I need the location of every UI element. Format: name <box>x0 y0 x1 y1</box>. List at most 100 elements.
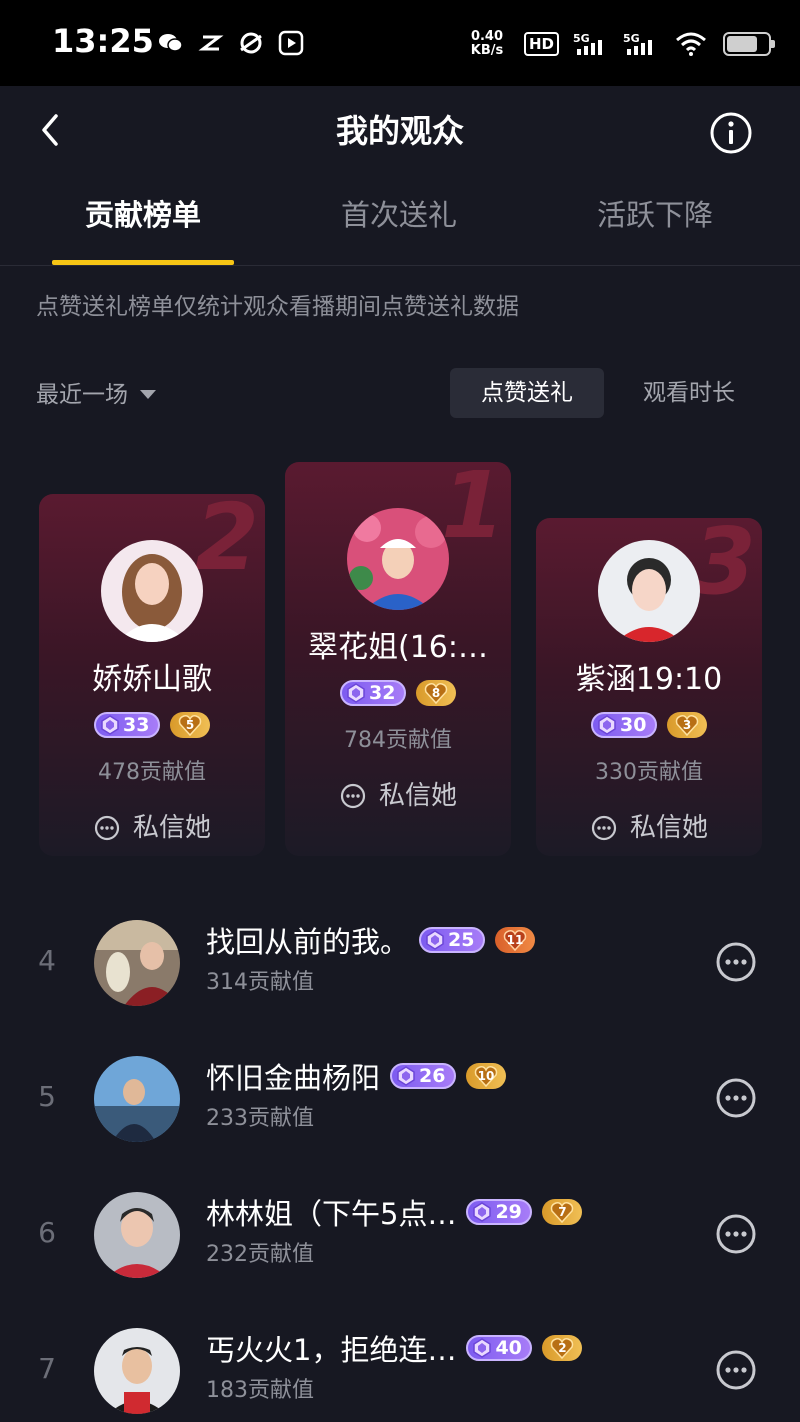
contribution-value: 233贡献值 <box>206 1106 314 1131</box>
tab-first-gift[interactable]: 首次送礼 <box>271 190 527 240</box>
ranking-notice: 点赞送礼榜单仅统计观众看播期间点赞送礼数据 <box>36 294 519 320</box>
chat-bubble-icon <box>94 815 120 841</box>
tab-activity-decline[interactable]: 活跃下降 <box>527 190 783 240</box>
row-username: 丐火火1，拒绝连… <box>206 1333 457 1367</box>
row-name-line: 找回从前的我。 25 11 <box>206 920 536 960</box>
level-badge: 30 <box>591 712 657 738</box>
chat-bubble-icon <box>591 815 617 841</box>
chat-bubble-icon <box>340 783 366 809</box>
avatar[interactable] <box>347 508 449 610</box>
user-badges: 30 3 <box>536 712 762 738</box>
fan-level-badge: 8 <box>416 680 456 706</box>
row-name-line: 怀旧金曲杨阳 26 10 <box>206 1056 507 1096</box>
fan-level-badge: 11 <box>495 927 536 953</box>
user-badges: 33 5 <box>39 712 265 738</box>
status-time: 13:25 <box>52 22 154 60</box>
level-badge: 32 <box>340 680 406 706</box>
status-system-icons: 0.40 KB/s HD 5G 5G <box>464 26 776 62</box>
user-badges: 32 8 <box>285 680 511 706</box>
app-icon <box>198 35 224 51</box>
rank-number: 5 <box>38 1080 56 1113</box>
tab-active-indicator <box>52 260 234 265</box>
page-title: 我的观众 <box>335 112 464 150</box>
contribution-value: 314贡献值 <box>206 970 314 995</box>
dm-button[interactable]: 私信她 <box>39 810 265 846</box>
contribution-value: 183贡献值 <box>206 1378 314 1403</box>
fan-level-badge: 2 <box>542 1335 583 1361</box>
rank-number: 2 <box>194 494 259 591</box>
podium-card-rank-3[interactable]: 3 紫涵19:10 30 3 330贡献值 私信她 <box>536 518 762 856</box>
rank-number: 4 <box>38 944 56 977</box>
wechat-icon <box>159 34 183 52</box>
hd-icon: HD <box>524 32 560 56</box>
gem-icon <box>473 1202 492 1222</box>
rank-number: 6 <box>38 1216 56 1249</box>
row-name-line: 丐火火1，拒绝连… 40 2 <box>206 1328 583 1368</box>
gem-icon <box>101 715 119 735</box>
message-icon[interactable] <box>714 1348 758 1392</box>
gem-icon <box>426 930 444 950</box>
fan-level-badge: 3 <box>667 712 707 738</box>
info-icon[interactable] <box>708 110 754 156</box>
card-username: 紫涵19:10 <box>575 662 723 697</box>
row-username: 怀旧金曲杨阳 <box>206 1061 381 1095</box>
message-icon[interactable] <box>714 940 758 984</box>
level-badge: 26 <box>390 1063 457 1089</box>
avatar[interactable] <box>94 1328 180 1414</box>
level-badge: 40 <box>466 1335 533 1361</box>
list-item[interactable]: 4 找回从前的我。 25 11 314贡献值 <box>0 898 800 1034</box>
video-icon <box>278 30 304 56</box>
battery-icon <box>723 32 776 56</box>
list-item[interactable]: 5 怀旧金曲杨阳 26 10 233贡献值 <box>0 1034 800 1170</box>
tab-bar: 贡献榜单 首次送礼 活跃下降 <box>0 190 800 266</box>
list-item[interactable]: 7 丐火火1，拒绝连… 40 2 183贡献值 <box>0 1306 800 1422</box>
card-username: 娇娇山歌 <box>92 662 212 697</box>
contribution-value: 232贡献值 <box>206 1242 314 1267</box>
avatar[interactable] <box>101 540 203 642</box>
wifi-icon <box>676 32 706 56</box>
dm-button[interactable]: 私信她 <box>536 810 762 846</box>
row-username: 林林姐（下午5点… <box>206 1197 457 1231</box>
contribution-value: 784贡献值 <box>344 728 452 753</box>
caret-down-icon <box>140 389 156 399</box>
svg-text:5G: 5G <box>573 32 590 45</box>
row-name-line: 林林姐（下午5点… 29 7 <box>206 1192 583 1232</box>
message-icon[interactable] <box>714 1076 758 1120</box>
avatar[interactable] <box>94 1056 180 1142</box>
gem-icon <box>598 715 616 735</box>
avatar[interactable] <box>94 1192 180 1278</box>
podium-card-rank-1[interactable]: 1 翠花姐(16:… 32 8 784贡献值 私信她 <box>285 462 511 856</box>
status-bar: 13:25 0.40 KB/s HD 5G 5G <box>0 0 800 86</box>
fan-level-badge: 10 <box>466 1063 507 1089</box>
level-badge: 29 <box>466 1199 533 1225</box>
tab-contribution-ranking[interactable]: 贡献榜单 <box>15 190 271 240</box>
gem-icon <box>347 683 365 703</box>
contribution-value: 478贡献值 <box>98 760 206 785</box>
message-icon[interactable] <box>714 1212 758 1256</box>
level-badge: 25 <box>419 927 486 953</box>
segment-watch-time[interactable]: 观看时长 <box>616 368 762 418</box>
contribution-value: 330贡献值 <box>595 760 703 785</box>
rank-number: 7 <box>38 1352 56 1385</box>
segment-likes-gifts[interactable]: 点赞送礼 <box>450 368 604 418</box>
browser-icon <box>240 32 262 54</box>
session-dropdown-label: 最近一场 <box>36 382 128 408</box>
gem-icon <box>473 1338 492 1358</box>
fan-level-badge: 5 <box>170 712 210 738</box>
level-badge: 33 <box>94 712 160 738</box>
svg-text:5G: 5G <box>623 32 640 45</box>
rank-number: 1 <box>440 462 505 559</box>
avatar[interactable] <box>598 540 700 642</box>
net-speed: 0.40 KB/s <box>470 29 504 58</box>
session-dropdown[interactable]: 最近一场 <box>36 374 156 410</box>
list-item[interactable]: 6 林林姐（下午5点… 29 7 232贡献值 <box>0 1170 800 1306</box>
fan-level-badge: 7 <box>542 1199 583 1225</box>
status-notification-icons <box>158 30 304 56</box>
dm-button[interactable]: 私信她 <box>285 778 511 814</box>
signal-5g-icon-2: 5G <box>623 32 653 55</box>
podium-card-rank-2[interactable]: 2 娇娇山歌 33 5 478贡献值 私信她 <box>39 494 265 856</box>
gem-icon <box>397 1066 415 1086</box>
signal-5g-icon: 5G <box>573 32 603 55</box>
row-username: 找回从前的我。 <box>206 925 410 959</box>
avatar[interactable] <box>94 920 180 1006</box>
